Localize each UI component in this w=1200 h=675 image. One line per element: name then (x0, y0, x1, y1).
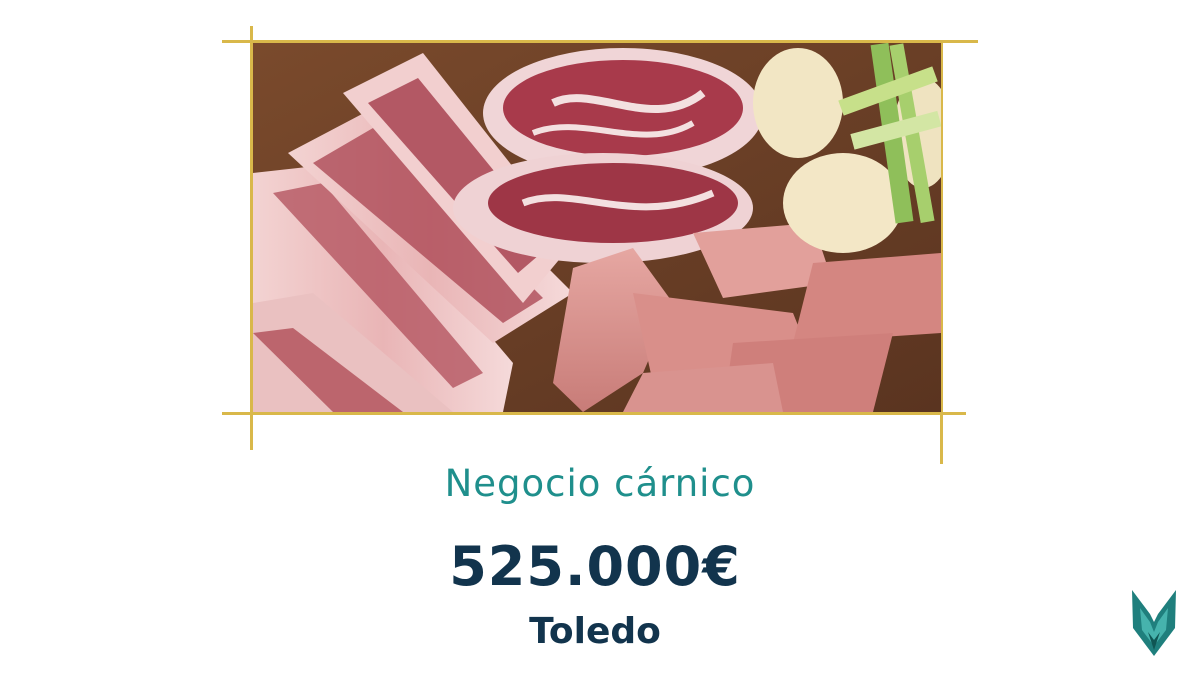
listing-price: 525.000€ (449, 535, 741, 598)
frame-line-bottom (222, 412, 966, 415)
meat-illustration (253, 43, 941, 412)
listing-title: Negocio cárnico (444, 462, 756, 505)
listing-location: Toledo (529, 611, 661, 652)
fox-logo-icon (1128, 588, 1180, 658)
product-photo (253, 43, 941, 412)
